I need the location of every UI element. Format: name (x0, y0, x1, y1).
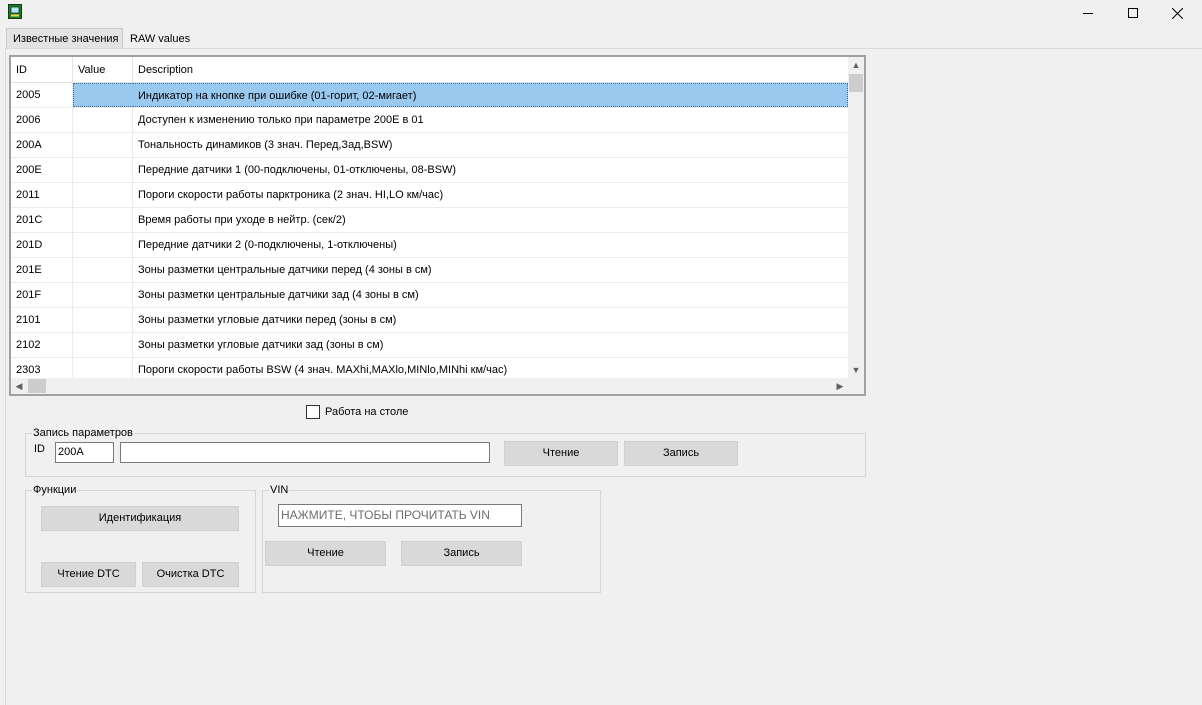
cell-id[interactable]: 2011 (11, 183, 73, 207)
identify-button[interactable]: Идентификация (41, 506, 239, 531)
tab-known-values[interactable]: Известные значения (6, 28, 123, 49)
cell-id[interactable]: 201C (11, 208, 73, 232)
column-header-description[interactable]: Description (133, 57, 848, 83)
grid-header: ID Value Description (11, 57, 848, 83)
table-row[interactable]: 201F Зоны разметки центральные датчики за… (11, 283, 848, 308)
table-row[interactable]: 2005 Индикатор на кнопке при ошибке (01-г… (11, 83, 848, 108)
cell-id[interactable]: 2006 (11, 108, 73, 132)
cell-value[interactable] (73, 283, 133, 307)
vin-title: VIN (269, 484, 290, 496)
close-icon[interactable] (1155, 0, 1200, 26)
cell-value[interactable] (73, 158, 133, 182)
desk-mode-checkbox-group[interactable]: Работа на столе (306, 404, 408, 419)
read-dtc-button[interactable]: Чтение DTC (41, 562, 136, 587)
cell-value[interactable] (73, 183, 133, 207)
vin-read-button[interactable]: Чтение (265, 541, 386, 566)
maximize-icon[interactable] (1110, 0, 1155, 26)
cell-description[interactable]: Зоны разметки угловые датчики зад (зоны … (133, 333, 848, 357)
vin-input[interactable]: НАЖМИТЕ, ЧТОБЫ ПРОЧИТАТЬ VIN (278, 504, 522, 527)
desk-mode-label[interactable]: Работа на столе (325, 406, 408, 418)
cell-description[interactable]: Доступен к изменению только при параметр… (133, 108, 848, 132)
param-write-button[interactable]: Запись (624, 441, 738, 466)
table-row[interactable]: 201C Время работы при уходе в нейтр. (сек… (11, 208, 848, 233)
write-params-title: Запись параметров (32, 427, 134, 439)
table-row[interactable]: 2011 Пороги скорости работы парктроника (… (11, 183, 848, 208)
clear-dtc-button[interactable]: Очистка DTC (142, 562, 239, 587)
cell-id[interactable]: 200A (11, 133, 73, 157)
horizontal-scroll-thumb[interactable] (28, 379, 46, 393)
cell-id[interactable]: 200E (11, 158, 73, 182)
table-row[interactable]: 201E Зоны разметки центральные датчики пе… (11, 258, 848, 283)
cell-description[interactable]: Тональность динамиков (3 знач. Перед,Зад… (133, 133, 848, 157)
vertical-scrollbar[interactable]: ▲ ▼ (848, 57, 864, 378)
table-row[interactable]: 2006 Доступен к изменению только при пара… (11, 108, 848, 133)
scroll-up-icon[interactable]: ▲ (848, 57, 864, 73)
cell-id[interactable]: 2102 (11, 333, 73, 357)
cell-value[interactable] (73, 208, 133, 232)
tab-raw-values[interactable]: RAW values (123, 28, 195, 48)
param-read-button[interactable]: Чтение (504, 441, 618, 466)
cell-description[interactable]: Время работы при уходе в нейтр. (сек/2) (133, 208, 848, 232)
vertical-scroll-thumb[interactable] (849, 74, 863, 92)
cell-description[interactable]: Пороги скорости работы парктроника (2 зн… (133, 183, 848, 207)
cell-value[interactable] (73, 358, 133, 378)
table-row[interactable]: 201D Передние датчики 2 (0-подключены, 1-… (11, 233, 848, 258)
vin-write-button[interactable]: Запись (401, 541, 522, 566)
cell-value[interactable] (73, 308, 133, 332)
cell-description[interactable]: Передние датчики 2 (0-подключены, 1-откл… (133, 233, 848, 257)
cell-id[interactable]: 201D (11, 233, 73, 257)
cell-id[interactable]: 2101 (11, 308, 73, 332)
cell-id[interactable]: 2005 (11, 83, 73, 107)
table-row[interactable]: 2102 Зоны разметки угловые датчики зад (з… (11, 333, 848, 358)
cell-value[interactable] (73, 108, 133, 132)
cell-value[interactable] (73, 258, 133, 282)
table-row[interactable]: 2101 Зоны разметки угловые датчики перед … (11, 308, 848, 333)
table-row[interactable]: 200A Тональность динамиков (3 знач. Перед… (11, 133, 848, 158)
functions-title: Функции (32, 484, 78, 496)
cell-description[interactable]: Зоны разметки угловые датчики перед (зон… (133, 308, 848, 332)
id-label: ID (34, 443, 45, 455)
column-header-value[interactable]: Value (73, 57, 133, 83)
table-row[interactable]: 200E Передние датчики 1 (00-подключены, 0… (11, 158, 848, 183)
cell-id[interactable]: 201F (11, 283, 73, 307)
cell-description[interactable]: Зоны разметки центральные датчики зад (4… (133, 283, 848, 307)
cell-id[interactable]: 2303 (11, 358, 73, 378)
title-bar (0, 0, 1202, 26)
param-value-input[interactable] (120, 442, 490, 463)
cell-description[interactable]: Пороги скорости работы BSW (4 знач. MAXh… (133, 358, 848, 378)
cell-description[interactable]: Передние датчики 1 (00-подключены, 01-от… (133, 158, 848, 182)
scroll-corner (848, 378, 864, 394)
cell-value[interactable] (73, 333, 133, 357)
param-id-input[interactable]: 200A (55, 442, 114, 463)
table-row[interactable]: 2303 Пороги скорости работы BSW (4 знач. … (11, 358, 848, 378)
cell-description[interactable]: Индикатор на кнопке при ошибке (01-горит… (133, 83, 848, 107)
scroll-left-icon[interactable]: ◀ (11, 378, 27, 394)
cell-value[interactable] (73, 233, 133, 257)
horizontal-scrollbar[interactable]: ◀ ▶ (11, 378, 848, 394)
grid-rows: 2005 Индикатор на кнопке при ошибке (01-г… (11, 83, 848, 378)
desk-mode-checkbox[interactable] (306, 404, 320, 419)
column-header-id[interactable]: ID (11, 57, 73, 83)
scroll-down-icon[interactable]: ▼ (848, 362, 864, 378)
cell-description[interactable]: Зоны разметки центральные датчики перед … (133, 258, 848, 282)
minimize-icon[interactable] (1065, 0, 1110, 26)
scroll-right-icon[interactable]: ▶ (832, 378, 848, 394)
parameters-grid[interactable]: ID Value Description 2005 Индикатор на кн… (9, 55, 866, 396)
cell-id[interactable]: 201E (11, 258, 73, 282)
app-chip-icon[interactable] (8, 4, 22, 19)
cell-value[interactable] (73, 83, 133, 107)
cell-value[interactable] (73, 133, 133, 157)
